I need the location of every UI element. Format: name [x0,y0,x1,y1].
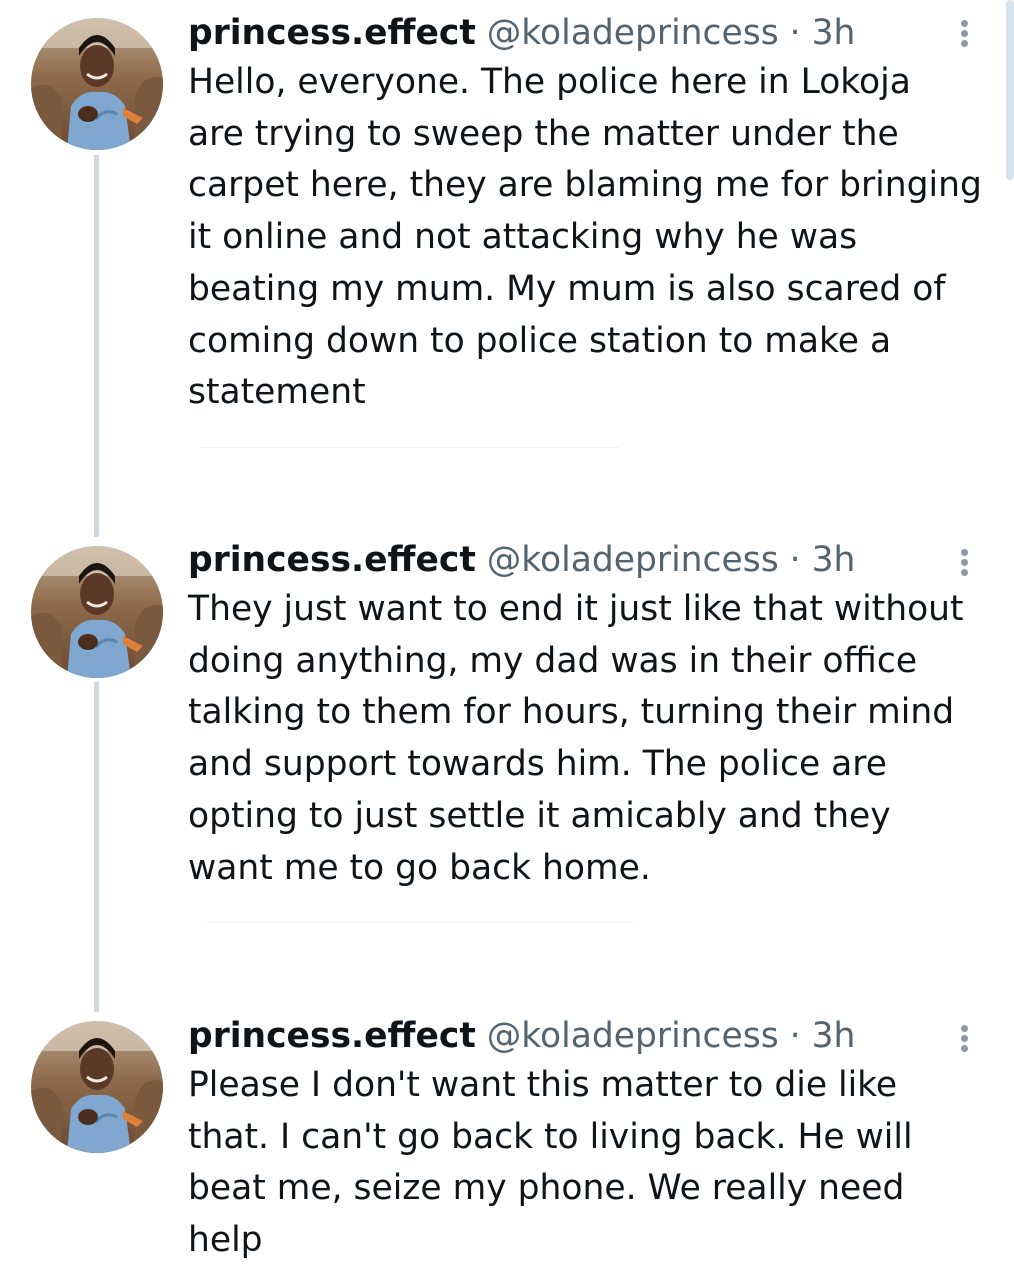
avatar-photo [31,1021,163,1153]
tweet-text-line: and support towards him. The police are [188,744,887,785]
separator-dot: · [789,1016,801,1056]
author-handle[interactable]: @koladeprincess [487,13,779,53]
tweet-text-line: statement [188,372,366,413]
tweet-thread: princess.effect @koladeprincess · 3h Hel… [0,0,1014,1280]
tweet[interactable]: princess.effect @koladeprincess · 3h Hel… [0,0,1014,537]
tweet-text-line: want me to go back home. [188,847,651,888]
tweet-text-line: Hello, everyone. The police here in Loko… [188,62,911,102]
tweet-text-line: that. I can't go back to living back. He… [188,1116,913,1157]
timestamp[interactable]: 3h [812,13,856,53]
tweet-header: princess.effect @koladeprincess · 3h [188,11,855,55]
divider [205,922,635,923]
tweet-text: Please I don't want this matter to die l… [188,1060,988,1267]
timestamp[interactable]: 3h [812,1016,856,1056]
tweet-text-line: doing anything, my dad was in their offi… [188,640,918,681]
author-name[interactable]: princess.effect [188,1016,476,1056]
divider [200,447,620,448]
thread-connector-line [94,155,99,537]
timestamp[interactable]: 3h [812,540,856,580]
tweet-text-line: coming down to police station to make a [188,320,892,361]
tweet-text: Hello, everyone. The police here in Loko… [188,57,988,419]
tweet-text-line: beat me, seize my phone. We really need [188,1168,905,1209]
tweet-text-line: are trying to sweep the matter under the [188,113,899,154]
tweet-header: princess.effect @koladeprincess · 3h [188,1014,855,1058]
author-handle[interactable]: @koladeprincess [487,1016,779,1056]
avatar-photo [31,18,163,150]
more-vertical-icon[interactable] [950,537,980,587]
author-name[interactable]: princess.effect [188,540,476,580]
more-vertical-icon[interactable] [950,1013,980,1063]
tweet-text-line: talking to them for hours, turning their… [188,692,955,733]
tweet-text-line: help [188,1220,263,1261]
tweet-text-line: carpet here, they are blaming me for bri… [188,165,982,206]
avatar-photo [31,546,163,678]
more-vertical-icon[interactable] [950,8,980,58]
scrollbar[interactable] [1006,0,1014,180]
avatar[interactable] [31,18,163,150]
tweet-text-line: opting to just settle it amicably and th… [188,795,891,836]
author-name[interactable]: princess.effect [188,13,476,53]
tweet-text-line: it online and not attacking why he was [188,217,858,258]
avatar[interactable] [31,546,163,678]
tweet-header: princess.effect @koladeprincess · 3h [188,538,855,582]
separator-dot: · [789,13,801,53]
tweet[interactable]: princess.effect @koladeprincess · 3h Ple… [0,1002,1014,1280]
tweet-text-line: They just want to end it just like that … [188,589,964,629]
tweet[interactable]: princess.effect @koladeprincess · 3h The… [0,526,1014,1012]
thread-connector-line [94,682,99,1012]
tweet-text: They just want to end it just like that … [188,584,988,894]
tweet-text-line: beating my mum. My mum is also scared of [188,268,946,309]
separator-dot: · [789,540,801,580]
tweet-text-line: Please I don't want this matter to die l… [188,1065,898,1105]
avatar[interactable] [31,1021,163,1153]
author-handle[interactable]: @koladeprincess [487,540,779,580]
